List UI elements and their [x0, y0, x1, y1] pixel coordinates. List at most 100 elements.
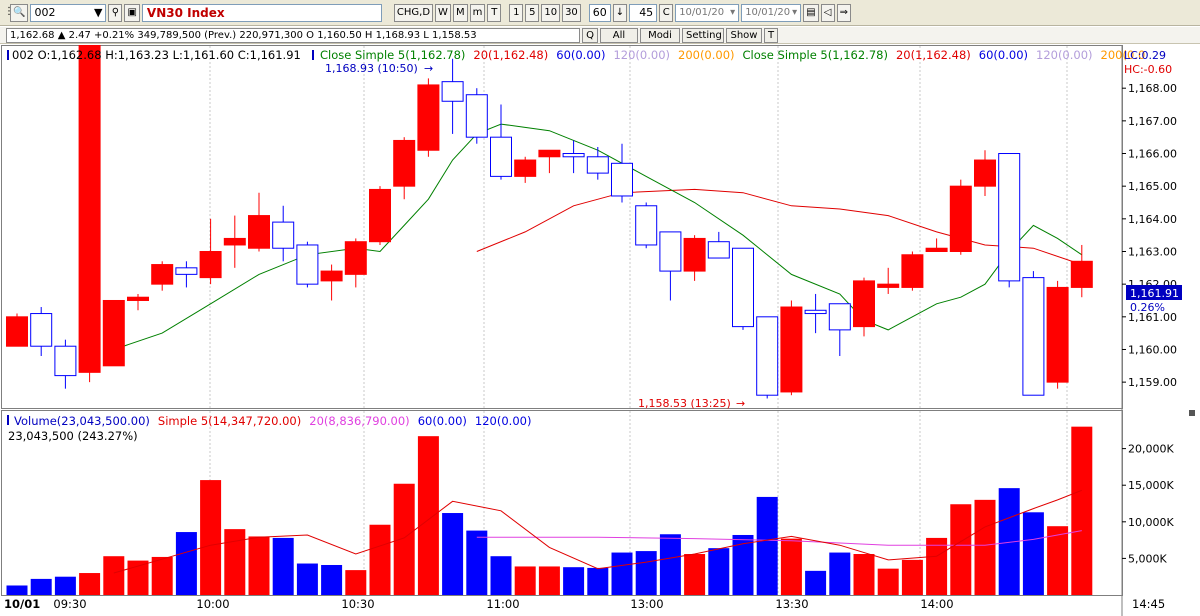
forward-arrow-icon[interactable]: ⇒: [836, 3, 852, 22]
candle: [756, 316, 779, 396]
period-m-button[interactable]: M: [452, 3, 468, 22]
c-button[interactable]: C: [659, 3, 674, 22]
volume-bar: [175, 532, 197, 595]
chart-type-button[interactable]: CHG,D: [393, 3, 434, 22]
minute-30-button[interactable]: 30: [562, 3, 581, 22]
high-marker: 1,168.93 (10:50): [325, 62, 418, 75]
legend-item: Simple 5(14,347,720.00): [158, 414, 301, 428]
volume-bar: [514, 566, 536, 595]
volume-bar: [490, 556, 512, 595]
low-marker: 1,158.53 (13:25): [638, 397, 731, 410]
candle: [562, 153, 585, 158]
volume-bar: [563, 567, 585, 595]
quote-text: 1,162.68 ▲ 2.47 +0.21% 349,789,500 (Prev…: [6, 27, 580, 43]
price-tick-label: 1,165.00: [1128, 180, 1177, 193]
volume-bar: [369, 524, 391, 595]
current-pct: 0.26%: [1130, 301, 1165, 314]
price-tick-label: 1,167.00: [1128, 115, 1177, 128]
candle: [707, 241, 730, 259]
legend-item: 60(0.00): [418, 414, 467, 428]
legend-item: 20(8,836,790.00): [309, 414, 409, 428]
chart-window: ⋮ 🔍 002 ▼ ⚲ ▣ VN30 Index CHG,D W M m T 1 …: [0, 0, 1200, 616]
period-tick-button[interactable]: T: [487, 3, 502, 22]
search-icon[interactable]: 🔍: [10, 3, 29, 22]
lookup-icon[interactable]: ⚲: [108, 3, 123, 22]
candle: [659, 231, 682, 272]
volume-bar: [611, 552, 633, 595]
candle: [320, 270, 343, 282]
back-arrow-icon[interactable]: ◁: [820, 3, 835, 22]
setting-button[interactable]: Setting: [682, 27, 724, 43]
volume-bar: [829, 552, 851, 595]
time-tick-label: 09:30: [53, 597, 86, 611]
panel-resize-handle[interactable]: [1189, 410, 1195, 416]
date-from-input[interactable]: 10/01/20 ▾: [675, 3, 740, 22]
volume-bar: [466, 530, 488, 595]
legend-item: Volume(23,043,500.00): [14, 414, 150, 428]
save-icon[interactable]: ▤: [803, 3, 819, 22]
volume-bar: [296, 563, 318, 595]
candle: [1046, 286, 1069, 383]
candle: [732, 247, 754, 328]
period-w-button[interactable]: W: [435, 3, 451, 22]
volume-bar: [587, 567, 609, 595]
arrow-down-icon[interactable]: ↓: [612, 3, 628, 22]
candle: [1070, 260, 1093, 288]
count-input[interactable]: 45: [629, 3, 658, 22]
modi-button[interactable]: Modi: [640, 27, 680, 43]
volume-bar: [30, 578, 52, 595]
q-button[interactable]: Q: [582, 27, 598, 43]
time-tick-label: 10:30: [341, 597, 374, 611]
volume-bar: [538, 566, 560, 595]
period-min-button[interactable]: m: [469, 3, 486, 22]
chart-area[interactable]: 1,168.00 1,167.00 1,166.00 1,165.00 1,164.00…: [0, 45, 1200, 616]
candle: [853, 280, 875, 328]
candle: [877, 283, 900, 288]
symbol-code-value: 002: [34, 5, 56, 19]
time-tick-label: 10:00: [196, 597, 229, 611]
candle: [780, 306, 803, 393]
legend-item: 20(1,162.48): [473, 48, 548, 62]
symbol-code-input[interactable]: 002 ▼: [30, 3, 107, 22]
volume-bar: [417, 436, 439, 595]
legend-item: 120(0.00): [1036, 48, 1093, 62]
interval-input[interactable]: 60: [588, 3, 611, 22]
volume-bar: [1071, 426, 1093, 595]
candle: [54, 345, 77, 377]
legend-item: 20(1,162.48): [896, 48, 971, 62]
volume-bar: [442, 513, 464, 595]
candle: [949, 185, 972, 252]
calendar-dropdown-icon[interactable]: ▾: [730, 5, 735, 21]
candle: [828, 303, 851, 331]
minute-5-button[interactable]: 5: [525, 3, 540, 22]
minute-1-button[interactable]: 1: [509, 3, 524, 22]
candle: [441, 81, 464, 102]
candle: [1022, 277, 1045, 396]
date-to-value: 10/01/20: [745, 6, 791, 18]
volume-bar: [780, 538, 802, 595]
quote-bar: ⋮ 1,162.68 ▲ 2.47 +0.21% 349,789,500 (Pr…: [0, 27, 1200, 44]
all-button[interactable]: All: [600, 27, 638, 43]
calendar-dropdown-icon[interactable]: ▾: [792, 5, 797, 21]
volume-bar: [950, 504, 972, 595]
window-icon[interactable]: ▣: [124, 3, 140, 22]
end-time-label: 14:45: [1132, 597, 1165, 611]
grip-icon[interactable]: ⋮: [2, 4, 14, 22]
show-button[interactable]: Show: [726, 27, 762, 43]
volume-tick-label: 15,000K: [1128, 479, 1174, 492]
candle: [223, 237, 246, 246]
date-to-input[interactable]: 10/01/20 ▾: [741, 3, 802, 22]
legend-item: 200(0.00): [678, 48, 735, 62]
volume-bar: [393, 483, 415, 595]
t-button[interactable]: T: [764, 27, 778, 43]
minute-10-button[interactable]: 10: [541, 3, 561, 22]
chevron-down-icon[interactable]: ▼: [94, 5, 102, 21]
legend-marker: [7, 50, 9, 60]
price-tick-label: 1,164.00: [1128, 213, 1177, 226]
volume-bar: [224, 529, 246, 595]
current-price: 1,161.91: [1130, 287, 1179, 300]
lc-label: LC:0.29: [1124, 49, 1166, 62]
legend-item: Close Simple 5(1,162.78): [320, 48, 465, 62]
volume-bar: [853, 554, 875, 595]
legend-item: Close Simple 5(1,162.78): [743, 48, 888, 62]
